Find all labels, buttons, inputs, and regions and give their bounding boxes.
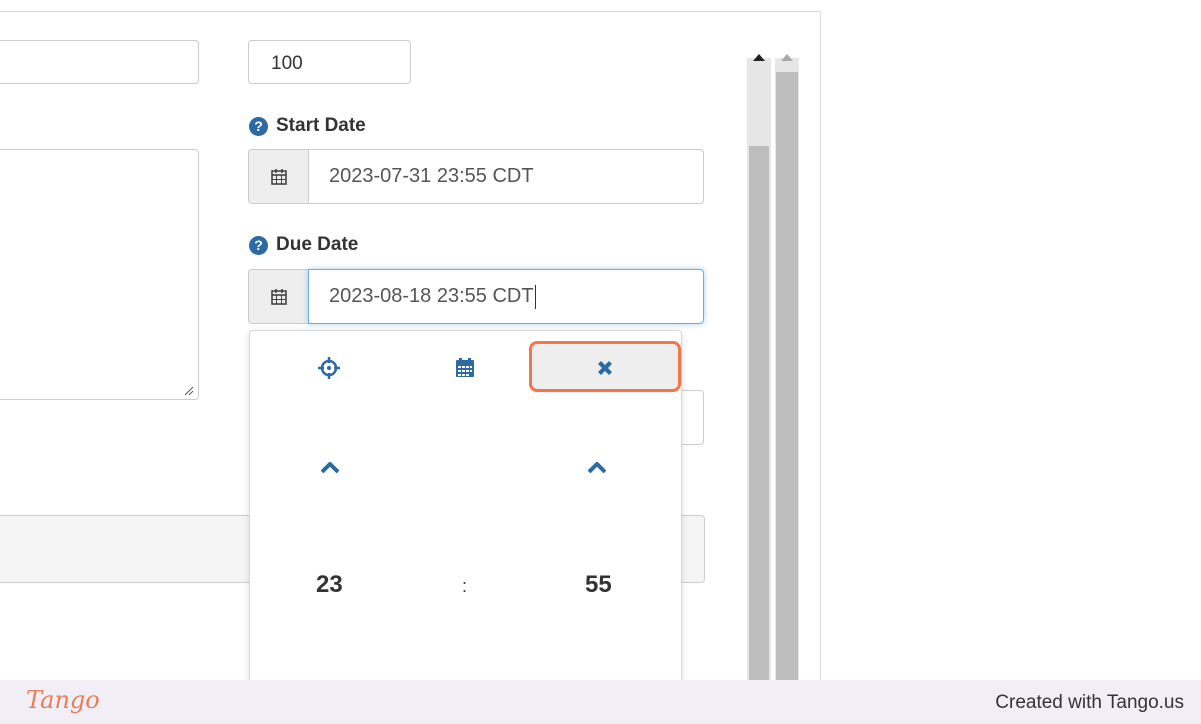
select-date-button[interactable]	[392, 343, 538, 393]
chevron-up-icon	[588, 462, 606, 474]
calendar-icon	[270, 168, 287, 185]
minute-value[interactable]: 55	[585, 571, 612, 599]
text-caret	[534, 284, 537, 309]
start-date-calendar-button[interactable]	[248, 149, 308, 204]
time-separator: :	[462, 576, 468, 596]
help-icon[interactable]: ?	[249, 116, 268, 136]
increment-hour-button[interactable]	[310, 453, 350, 483]
start-date-input[interactable]: 2023-07-31 23:55 CDT	[308, 149, 704, 204]
outer-scrollbar-thumb[interactable]	[776, 72, 798, 681]
outer-scroll-up-arrow-icon[interactable]	[781, 54, 793, 61]
tutorial-highlight	[529, 341, 681, 392]
chevron-up-icon	[321, 462, 339, 474]
points-input[interactable]: 100	[248, 40, 411, 84]
blank-area	[821, 11, 1201, 680]
title-input[interactable]	[0, 40, 199, 84]
due-date-calendar-button[interactable]	[248, 269, 308, 324]
start-date-label: ? Start Date	[249, 115, 366, 137]
tango-footer: Tango Created with Tango.us	[0, 680, 1201, 724]
crosshairs-icon	[318, 357, 340, 379]
scroll-up-arrow-icon[interactable]	[753, 54, 765, 61]
help-icon[interactable]: ?	[249, 235, 268, 255]
calendar-icon	[456, 358, 474, 377]
credit-text: Created with Tango.us	[995, 692, 1184, 713]
resize-handle-icon[interactable]	[184, 386, 194, 396]
due-date-label: ? Due Date	[249, 234, 358, 256]
description-textarea[interactable]	[0, 149, 199, 400]
due-date-value: 2023-08-18 23:55 CDT	[329, 285, 534, 307]
points-value: 100	[271, 53, 303, 74]
calendar-icon	[270, 288, 287, 305]
hour-value[interactable]: 23	[316, 571, 343, 599]
tango-logo[interactable]: Tango	[26, 686, 100, 714]
today-button[interactable]	[256, 343, 402, 393]
increment-minute-button[interactable]	[577, 453, 617, 483]
due-date-group: 2023-08-18 23:55 CDT	[248, 269, 704, 324]
scrollbar-thumb[interactable]	[749, 146, 769, 681]
start-date-group: 2023-07-31 23:55 CDT	[248, 149, 704, 204]
due-date-input[interactable]: 2023-08-18 23:55 CDT	[308, 269, 704, 324]
